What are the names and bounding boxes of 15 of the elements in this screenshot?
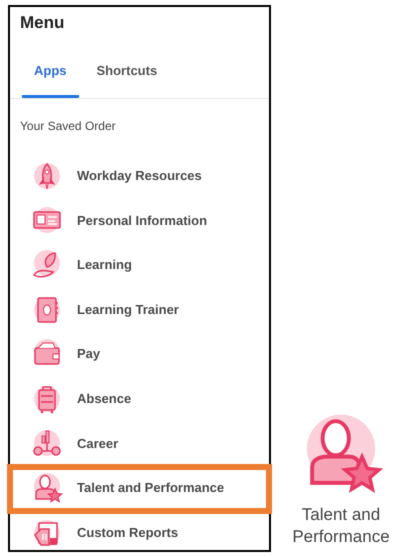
section-label: Your Saved Order	[20, 118, 117, 134]
app-menu-item[interactable]: Talent and Performance	[10, 466, 224, 510]
menu-tab[interactable]: Shortcuts	[84, 61, 170, 98]
app-menu-item[interactable]: Custom Reports	[10, 510, 178, 555]
app-menu-item[interactable]: Workday Resources	[10, 154, 202, 198]
app-menu-item[interactable]: Learning Trainer	[10, 287, 179, 332]
app-menu-item[interactable]: Career	[10, 421, 118, 466]
menu-tab[interactable]: Apps	[22, 61, 78, 98]
person-star-icon	[31, 472, 63, 504]
featured-app-label: Talent and Performance	[291, 504, 391, 548]
menu-title: Menu	[20, 12, 66, 34]
app-menu-item[interactable]: Absence	[10, 376, 132, 422]
app-menu-item[interactable]: Pay	[10, 332, 100, 376]
app-menu-item[interactable]: Learning	[10, 242, 132, 288]
app-menu-item[interactable]: Personal Information	[10, 198, 208, 243]
